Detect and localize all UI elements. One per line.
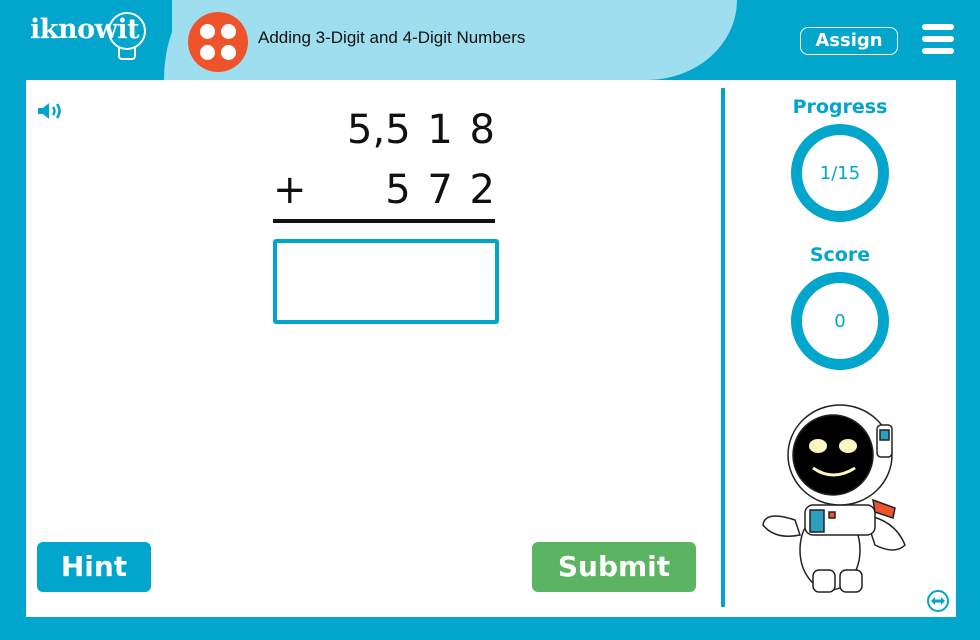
progress-ring: 1/15 xyxy=(791,124,889,222)
assign-button[interactable]: Assign xyxy=(800,27,898,55)
addend-row-1: 5,5 1 8 xyxy=(273,100,497,160)
hint-button[interactable]: Hint xyxy=(37,542,151,592)
expand-arrows-icon[interactable] xyxy=(926,589,950,613)
score-ring: 0 xyxy=(791,272,889,370)
iknowit-logo[interactable]: iknowit xyxy=(30,12,146,60)
progress-value: 1/15 xyxy=(819,162,861,184)
panel-divider xyxy=(721,88,725,607)
header: iknowit Adding 3-Digit and 4-Digit Numbe… xyxy=(0,0,980,80)
four-dots-icon xyxy=(188,12,248,72)
astronaut-robot-mascot xyxy=(762,404,906,593)
lightbulb-base-icon xyxy=(118,48,136,60)
progress-label: Progress xyxy=(792,96,888,118)
submit-button[interactable]: Submit xyxy=(532,542,696,592)
addend-1: 5,5 1 8 xyxy=(347,107,495,153)
score-value: 0 xyxy=(834,310,846,332)
sum-line xyxy=(273,219,495,223)
plus-operator: + xyxy=(273,167,307,213)
lesson-title: Adding 3-Digit and 4-Digit Numbers xyxy=(258,28,526,47)
speaker-icon[interactable] xyxy=(36,100,66,122)
score-label: Score xyxy=(809,244,871,266)
answer-input[interactable] xyxy=(273,239,499,324)
lightbulb-icon xyxy=(108,12,146,50)
addend-2: 5 7 2 xyxy=(385,167,495,213)
addition-problem: 5,5 1 8 + 5 7 2 xyxy=(273,100,497,220)
addend-row-2: + 5 7 2 xyxy=(273,160,497,220)
hamburger-menu-icon[interactable] xyxy=(922,24,954,54)
